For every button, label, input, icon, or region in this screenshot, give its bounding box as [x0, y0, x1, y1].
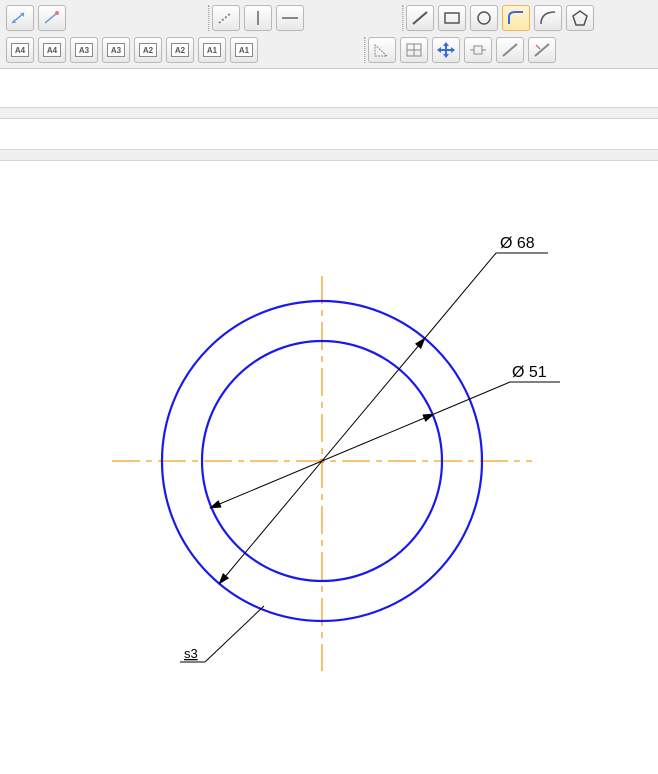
rect-tool[interactable] — [438, 5, 466, 31]
move-tool[interactable] — [432, 37, 460, 63]
paper-a4-landscape[interactable]: A4 — [6, 37, 34, 63]
line-tool[interactable] — [406, 5, 434, 31]
constraint-horizontal[interactable] — [276, 5, 304, 31]
toolbar-separator — [208, 5, 210, 31]
paper-a3-landscape[interactable]: A3 — [70, 37, 98, 63]
snap-diag1-tool[interactable] — [496, 37, 524, 63]
constraint-distance[interactable] — [212, 5, 240, 31]
panel-bar-2 — [0, 149, 658, 161]
paper-a1-landscape[interactable]: A1 — [198, 37, 226, 63]
drawing-canvas[interactable]: Ø 68 Ø 51 s3 — [0, 161, 658, 751]
surface-note[interactable]: s3 — [180, 606, 264, 662]
panel-gap — [0, 69, 658, 107]
dim-tool-1[interactable] — [6, 5, 34, 31]
paper-a2-landscape[interactable]: A2 — [134, 37, 162, 63]
toolbar-area: A4 A4 A3 A3 A2 A2 A1 A1 — [0, 0, 658, 69]
snap-end-tool[interactable] — [464, 37, 492, 63]
arc-tool[interactable] — [534, 5, 562, 31]
snap-diag2-tool[interactable] — [528, 37, 556, 63]
paper-a1-portrait[interactable]: A1 — [230, 37, 258, 63]
dimension-outer[interactable]: Ø 68 — [219, 235, 548, 584]
toolbar-group-paper: A4 A4 A3 A3 A2 A2 A1 A1 — [6, 37, 258, 63]
paper-a4-portrait[interactable]: A4 — [38, 37, 66, 63]
toolbar-separator — [402, 5, 404, 31]
toolbar-row-2: A4 A4 A3 A3 A2 A2 A1 A1 — [6, 36, 652, 64]
snap-angle-tool[interactable] — [368, 37, 396, 63]
toolbar-row-1 — [6, 4, 652, 32]
dimension-outer-label: Ø 68 — [500, 235, 535, 252]
centerlines — [112, 276, 532, 671]
toolbar-group-dim — [6, 5, 66, 31]
toolbar-group-snap — [368, 37, 556, 63]
paper-a2-portrait[interactable]: A2 — [166, 37, 194, 63]
toolbar-group-draw — [406, 5, 594, 31]
constraint-vertical[interactable] — [244, 5, 272, 31]
circle-tool[interactable] — [470, 5, 498, 31]
polygon-tool[interactable] — [566, 5, 594, 31]
panel-gap — [0, 119, 658, 149]
snap-grid-tool[interactable] — [400, 37, 428, 63]
dim-tool-2[interactable] — [38, 5, 66, 31]
toolbar-separator — [364, 37, 366, 63]
dimension-inner-label: Ø 51 — [512, 364, 547, 381]
paper-a3-portrait[interactable]: A3 — [102, 37, 130, 63]
fillet-tool[interactable] — [502, 5, 530, 31]
toolbar-group-constraint — [212, 5, 304, 31]
surface-note-label: s3 — [184, 646, 198, 661]
panel-bar-1 — [0, 107, 658, 119]
